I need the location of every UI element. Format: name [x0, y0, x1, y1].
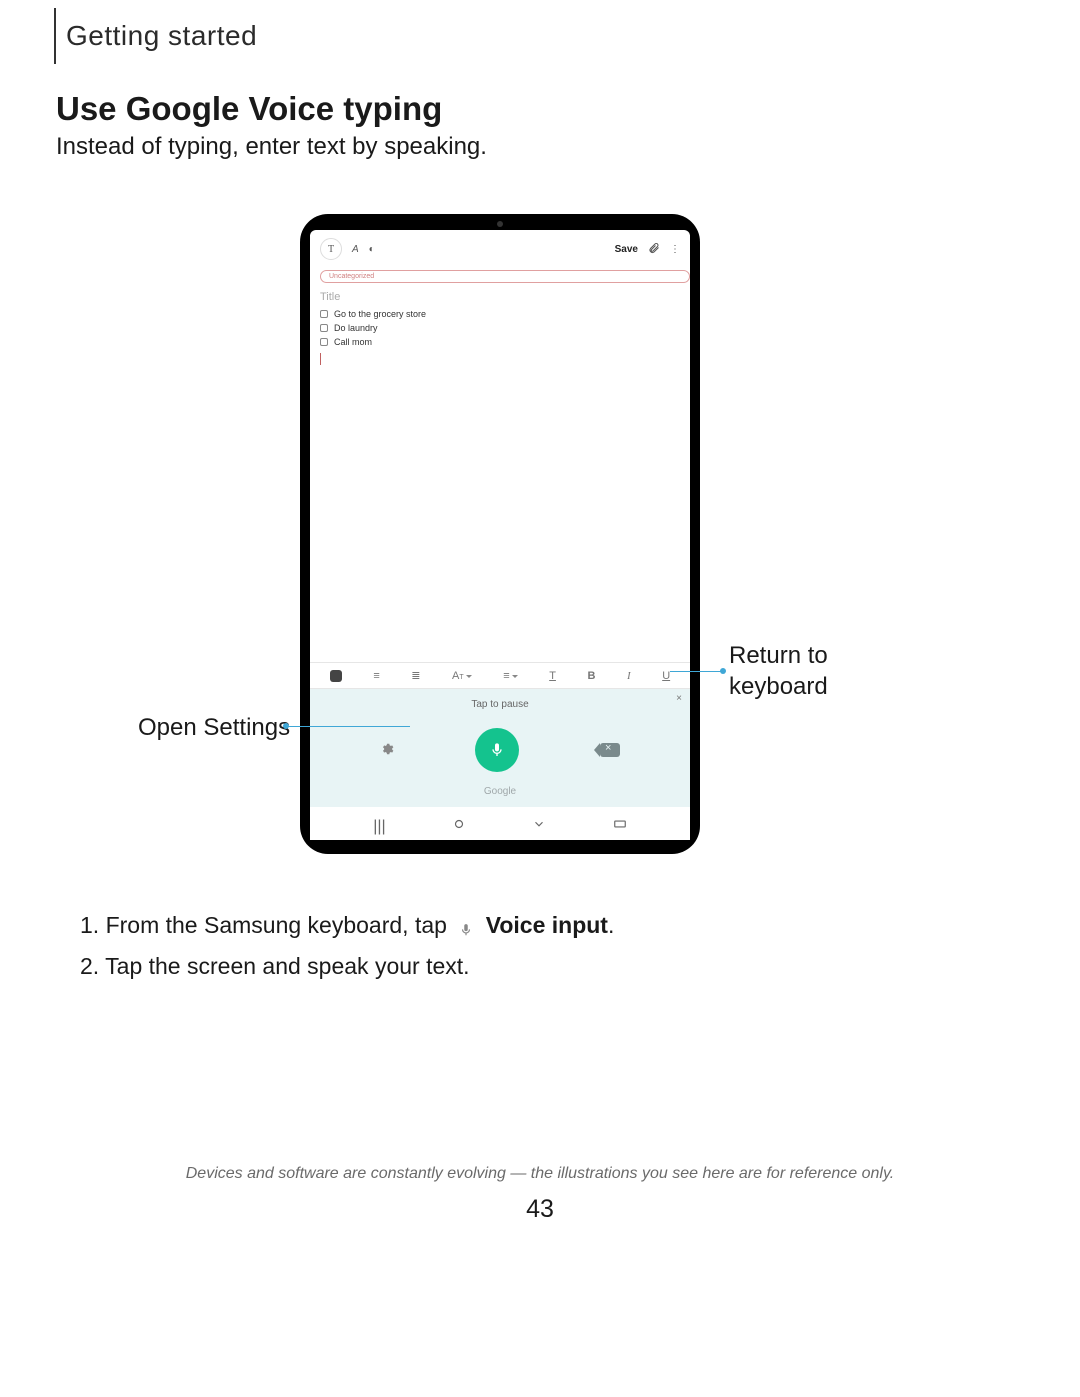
page-number: 43	[0, 1195, 1080, 1224]
checkbox-icon[interactable]	[320, 324, 328, 332]
more-icon[interactable]: ⋮	[670, 244, 680, 255]
disclaimer-text: Devices and software are constantly evol…	[0, 1165, 1080, 1183]
microphone-button[interactable]	[475, 728, 519, 772]
section-heading: Use Google Voice typing	[56, 90, 442, 128]
checkbox-icon[interactable]	[320, 338, 328, 346]
tablet-screen: T A ◐ Save ⋮ Uncategorized Title Go to t…	[310, 230, 690, 840]
backspace-icon[interactable]	[600, 743, 620, 757]
underline-icon[interactable]: U	[662, 670, 670, 682]
todo-item[interactable]: Do laundry	[320, 323, 680, 333]
step-one: 1. From the Samsung keyboard, tap Voice …	[80, 907, 614, 944]
align-icon[interactable]: ≡	[503, 670, 517, 682]
title-placeholder[interactable]: Title	[320, 291, 680, 303]
text-cursor-icon	[320, 353, 321, 365]
bold-icon[interactable]: B	[587, 670, 595, 682]
tap-to-pause-label: Tap to pause	[320, 699, 680, 710]
google-label: Google	[320, 780, 680, 799]
text-mode-icon[interactable]: T	[320, 238, 342, 260]
callout-return-keyboard: Return to keyboard	[729, 640, 828, 702]
close-icon[interactable]: ×	[676, 693, 682, 704]
format-toolbar: ≡ ≣ AT ≡ T B I U	[310, 662, 690, 689]
italic-icon[interactable]: I	[627, 670, 631, 682]
pen-mode-icon[interactable]: A	[352, 244, 359, 255]
category-tag[interactable]: Uncategorized	[320, 270, 690, 283]
notes-toolbar: T A ◐ Save ⋮	[310, 230, 690, 264]
save-button[interactable]: Save	[615, 244, 638, 255]
todo-item[interactable]: Go to the grocery store	[320, 309, 680, 319]
strike-icon[interactable]: T	[549, 670, 556, 682]
recents-icon[interactable]: |||	[373, 818, 385, 836]
voice-input-panel: × Tap to pause Google	[310, 689, 690, 807]
callout-open-settings: Open Settings	[138, 712, 290, 743]
bullet-list-icon[interactable]: ≡	[373, 670, 379, 682]
tablet-illustration: T A ◐ Save ⋮ Uncategorized Title Go to t…	[300, 214, 700, 854]
gear-icon[interactable]	[380, 742, 394, 759]
home-icon[interactable]	[452, 817, 466, 836]
numbered-list-icon[interactable]: ≣	[411, 669, 420, 682]
callout-line-icon	[670, 671, 725, 672]
mic-inline-icon	[455, 919, 477, 941]
attach-icon[interactable]	[648, 242, 660, 257]
instruction-steps: 1. From the Samsung keyboard, tap Voice …	[80, 907, 614, 989]
callout-line-icon	[284, 726, 410, 727]
font-size-icon[interactable]: AT	[452, 670, 472, 682]
checkbox-toggle-icon[interactable]	[330, 670, 342, 682]
checkbox-icon[interactable]	[320, 310, 328, 318]
intro-text: Instead of typing, enter text by speakin…	[56, 133, 487, 161]
back-icon[interactable]	[532, 817, 546, 836]
step-two: 2. Tap the screen and speak your text.	[80, 948, 614, 985]
highlight-mode-icon[interactable]: ◐	[369, 244, 375, 255]
keyboard-icon[interactable]	[613, 817, 627, 836]
todo-item[interactable]: Call mom	[320, 337, 680, 347]
system-nav-bar: |||	[310, 807, 690, 840]
chapter-label: Getting started	[54, 8, 257, 64]
camera-dot-icon	[497, 221, 503, 227]
